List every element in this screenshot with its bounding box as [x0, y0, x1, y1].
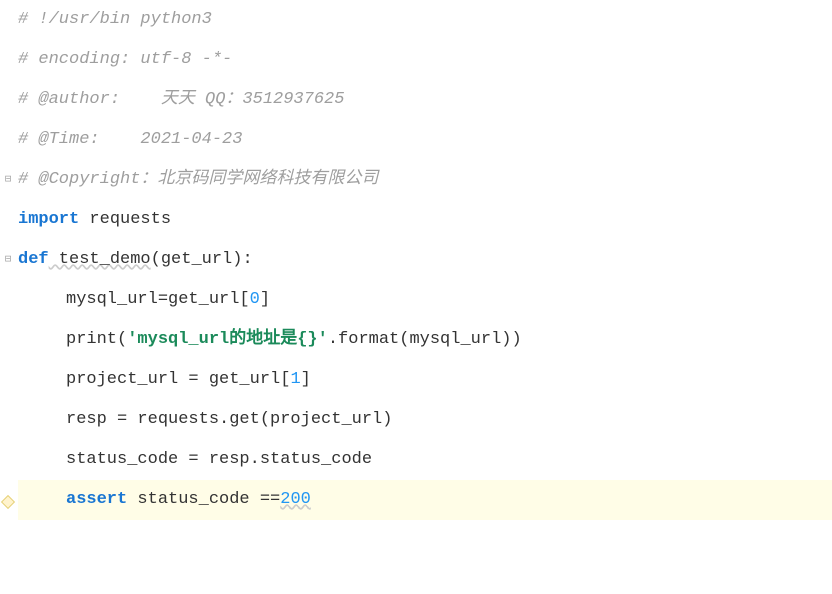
code-line-highlighted: assert status_code ==200	[18, 480, 832, 520]
code-text: (	[117, 320, 127, 360]
keyword-import: import	[18, 200, 79, 240]
comment: # @Time: 2021-04-23	[18, 120, 242, 160]
gutter: ⊟ ⊟	[0, 0, 18, 594]
code-line: # @Copyright：北京码同学网络科技有限公司	[18, 160, 832, 200]
keyword-assert: assert	[66, 480, 127, 520]
code-line: # @author: 天天 QQ：3512937625	[18, 80, 832, 120]
code-line: # !/usr/bin python3	[18, 0, 832, 40]
params: (get_url):	[151, 240, 253, 280]
code-line: mysql_url=get_url[0]	[18, 280, 832, 320]
number-literal: 1	[290, 360, 300, 400]
code-line: import requests	[18, 200, 832, 240]
code-line: status_code = resp.status_code	[18, 440, 832, 480]
warning-icon[interactable]	[2, 496, 14, 508]
builtin-print: print	[66, 320, 117, 360]
keyword-def: def	[18, 240, 49, 280]
code-text: ]	[301, 360, 311, 400]
function-name: test_demo	[49, 240, 151, 280]
code-line: # encoding: utf-8 -*-	[18, 40, 832, 80]
comment: # !/usr/bin python3	[18, 0, 212, 40]
code-text: mysql_url=get_url[	[66, 280, 250, 320]
comment: # encoding: utf-8 -*-	[18, 40, 232, 80]
number-literal: 0	[250, 280, 260, 320]
code-text: status_code = resp.status_code	[66, 440, 372, 480]
code-area[interactable]: # !/usr/bin python3 # encoding: utf-8 -*…	[18, 0, 832, 594]
code-line: resp = requests.get(project_url)	[18, 400, 832, 440]
string-literal: 'mysql_url的地址是{}'	[127, 320, 328, 360]
number-literal: 200	[280, 480, 311, 520]
code-line: print('mysql_url的地址是{}'.format(mysql_url…	[18, 320, 832, 360]
code-line: project_url = get_url[1]	[18, 360, 832, 400]
module-name: requests	[79, 200, 171, 240]
fold-icon[interactable]: ⊟	[2, 254, 14, 266]
code-text: project_url = get_url[	[66, 360, 290, 400]
code-line: # @Time: 2021-04-23	[18, 120, 832, 160]
code-text: resp = requests.get(project_url)	[66, 400, 392, 440]
code-line: def test_demo(get_url):	[18, 240, 832, 280]
comment: # @author: 天天 QQ：3512937625	[18, 80, 344, 120]
code-text: .format(mysql_url))	[328, 320, 522, 360]
code-editor: ⊟ ⊟ # !/usr/bin python3 # encoding: utf-…	[0, 0, 832, 594]
code-text: ]	[260, 280, 270, 320]
comment: # @Copyright：北京码同学网络科技有限公司	[18, 160, 378, 200]
code-text: status_code ==	[127, 480, 280, 520]
fold-icon[interactable]: ⊟	[2, 174, 14, 186]
